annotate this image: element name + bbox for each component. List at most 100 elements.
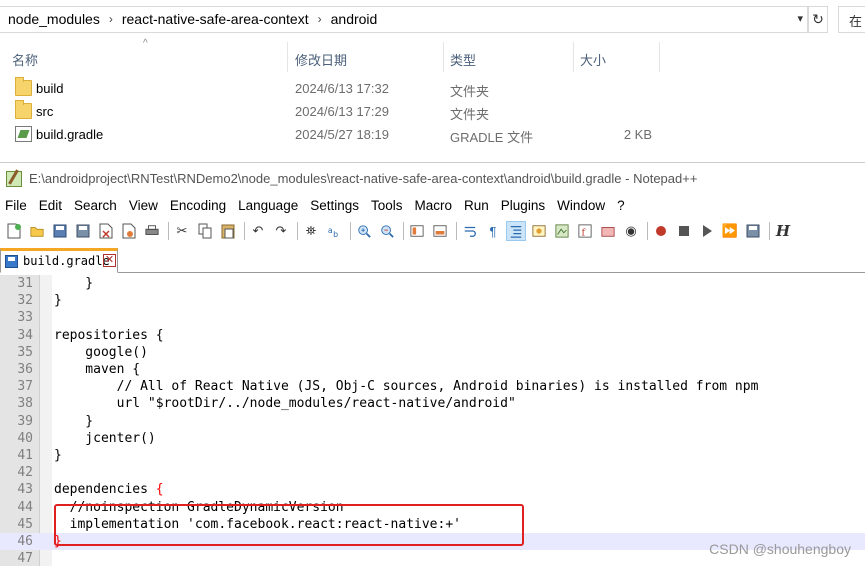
stop-icon: [679, 226, 689, 236]
replace-button[interactable]: ab: [324, 221, 344, 241]
user-language-button[interactable]: [529, 221, 549, 241]
column-header-date[interactable]: 修改日期: [288, 42, 444, 72]
menu-encoding[interactable]: Encoding: [164, 195, 232, 217]
open-file-button[interactable]: [27, 221, 47, 241]
menu-tools[interactable]: Tools: [365, 195, 409, 217]
chevron-down-icon[interactable]: ▾: [797, 12, 803, 25]
print-button[interactable]: [142, 221, 162, 241]
code-line[interactable]: 40 jcenter(): [0, 430, 865, 447]
list-item[interactable]: src 2024/6/13 17:29 文件夹: [0, 100, 700, 123]
code-line[interactable]: 38 url "$rootDir/../node_modules/react-n…: [0, 395, 865, 412]
run-multiple-button[interactable]: ⏩: [720, 221, 740, 241]
record-macro-button[interactable]: [651, 221, 671, 241]
file-name: build: [36, 81, 64, 96]
line-text: }: [54, 276, 94, 291]
code-line[interactable]: 41}: [0, 447, 865, 464]
column-header-name[interactable]: 名称 ^: [0, 38, 288, 72]
function-list-icon: f: [578, 224, 592, 238]
breadcrumb-item[interactable]: react-native-safe-area-context: [120, 11, 311, 27]
zoom-out-button[interactable]: [377, 221, 397, 241]
new-file-button[interactable]: [4, 221, 24, 241]
redo-icon: ↷: [275, 223, 287, 238]
line-number: 31: [17, 276, 33, 291]
refresh-button[interactable]: ↻: [808, 6, 828, 33]
doc-map-icon: [555, 224, 569, 238]
close-button[interactable]: [96, 221, 116, 241]
eye-icon: ◉: [625, 223, 637, 238]
menu-edit[interactable]: Edit: [33, 195, 68, 217]
indent-guide-button[interactable]: [506, 221, 526, 241]
folder-as-workspace-button[interactable]: [598, 221, 618, 241]
menu-language[interactable]: Language: [232, 195, 304, 217]
toolbar-separator: [168, 222, 169, 240]
breadcrumb-item[interactable]: node_modules: [6, 11, 102, 27]
code-line[interactable]: 42: [0, 464, 865, 481]
code-line[interactable]: 34 repositories {: [0, 327, 865, 344]
sync-horizontal-button[interactable]: [430, 221, 450, 241]
line-number: 42: [17, 465, 33, 481]
save-all-icon: [76, 224, 90, 238]
new-file-icon: [7, 223, 21, 239]
code-editor[interactable]: 31 } 32} 33 34 repositories {35 google() 36 m…: [0, 275, 865, 566]
sync-vertical-button[interactable]: [407, 221, 427, 241]
menu-window[interactable]: Window: [551, 195, 611, 217]
find-button[interactable]: ⛯: [301, 221, 321, 241]
menu-search[interactable]: Search: [68, 195, 123, 217]
breadcrumb-item[interactable]: android: [329, 11, 380, 27]
code-line[interactable]: 37 // All of React Native (JS, Obj-C sou…: [0, 378, 865, 395]
show-all-characters-button[interactable]: ¶: [483, 221, 503, 241]
cut-button[interactable]: ✂: [172, 221, 192, 241]
tab-build-gradle[interactable]: build.gradle ✕: [0, 248, 118, 273]
close-icon[interactable]: ✕: [103, 254, 116, 267]
code-line[interactable]: 32}: [0, 292, 865, 309]
play-macro-button[interactable]: [697, 221, 717, 241]
line-text: dependencies {: [54, 482, 164, 498]
stop-macro-button[interactable]: [674, 221, 694, 241]
annotation-highlight-box: [54, 504, 524, 546]
menu-help[interactable]: ?: [611, 195, 631, 217]
code-line[interactable]: 33: [0, 309, 865, 326]
menu-macro[interactable]: Macro: [409, 195, 459, 217]
search-input[interactable]: 在: [838, 6, 865, 33]
close-all-button[interactable]: [119, 221, 139, 241]
address-box[interactable]: node_modules › react-native-safe-area-co…: [0, 6, 808, 33]
code-line[interactable]: 31 }: [0, 275, 865, 292]
breadcrumb: node_modules › react-native-safe-area-co…: [6, 11, 379, 27]
column-header-size[interactable]: 大小: [574, 42, 660, 72]
list-item[interactable]: build.gradle 2024/5/27 18:19 GRADLE 文件 2…: [0, 124, 700, 146]
file-date: 2024/5/27 18:19: [295, 127, 389, 142]
zoom-in-button[interactable]: [354, 221, 374, 241]
toolbar-separator: [456, 222, 457, 240]
doc-map-button[interactable]: [552, 221, 572, 241]
word-wrap-button[interactable]: [460, 221, 480, 241]
menu-file[interactable]: File: [0, 195, 33, 217]
file-size: 2 KB: [623, 127, 652, 142]
menu-settings[interactable]: Settings: [304, 195, 365, 217]
undo-button[interactable]: ↶: [248, 221, 268, 241]
toolbar: ✂ ↶ ↷ ⛯ ab ¶ f ◉ ⏩ H: [0, 218, 865, 244]
save-button[interactable]: [50, 221, 70, 241]
line-text: url "$rootDir/../node_modules/react-nati…: [54, 396, 516, 412]
code-line[interactable]: 43 dependencies {: [0, 481, 865, 498]
paste-button[interactable]: [218, 221, 238, 241]
line-number: 35: [17, 344, 33, 360]
line-text: jcenter(): [54, 430, 156, 446]
menu-run[interactable]: Run: [458, 195, 495, 217]
code-line[interactable]: 35 google(): [0, 344, 865, 361]
save-macro-button[interactable]: [743, 221, 763, 241]
redo-button[interactable]: ↷: [271, 221, 291, 241]
save-all-button[interactable]: [73, 221, 93, 241]
menu-view[interactable]: View: [123, 195, 164, 217]
line-number: 44: [17, 499, 33, 515]
print-icon: [145, 225, 159, 235]
function-list-button[interactable]: f: [575, 221, 595, 241]
saved-file-icon: [5, 255, 18, 268]
code-line[interactable]: 36 maven {: [0, 361, 865, 378]
copy-button[interactable]: [195, 221, 215, 241]
list-item[interactable]: build 2024/6/13 17:32 文件夹: [0, 77, 700, 100]
menu-plugins[interactable]: Plugins: [495, 195, 551, 217]
format-button[interactable]: H: [773, 221, 793, 241]
monitoring-button[interactable]: ◉: [621, 221, 641, 241]
code-line[interactable]: 39 }: [0, 413, 865, 430]
column-header-type[interactable]: 类型: [444, 42, 574, 72]
